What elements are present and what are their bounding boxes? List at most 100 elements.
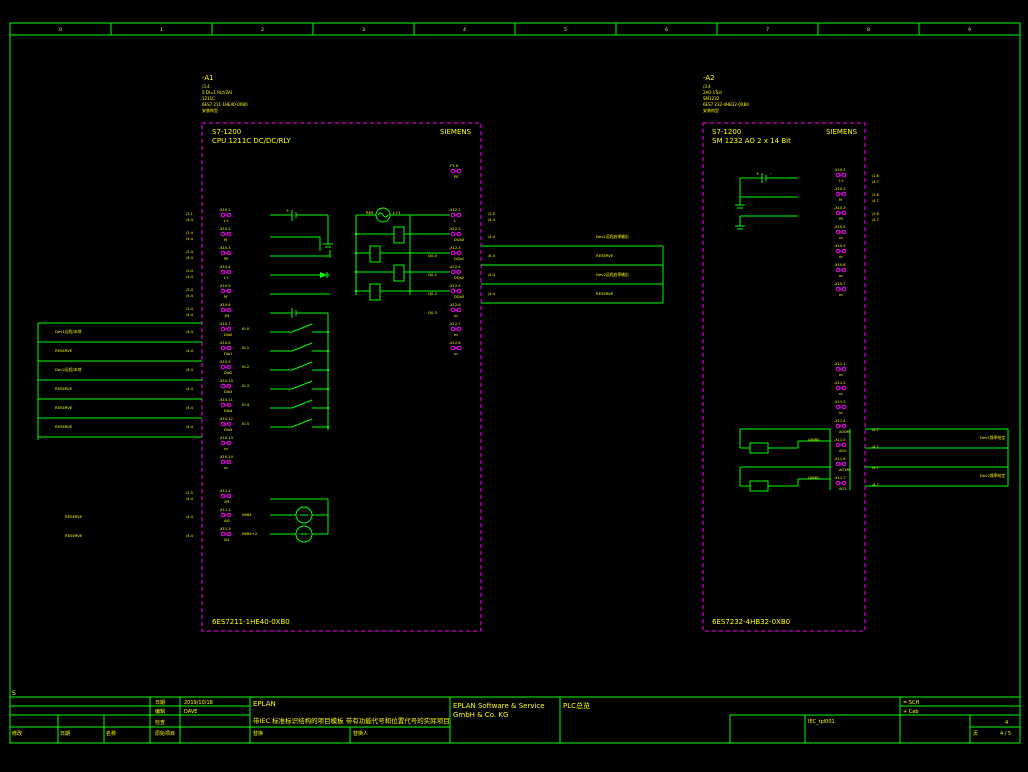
left-ref: /2.4 xyxy=(186,288,194,292)
junction xyxy=(326,368,330,372)
eq-label: = SCH xyxy=(903,700,919,706)
column-number: 0 xyxy=(59,27,62,33)
terminal-pin: DIa3 xyxy=(224,390,232,394)
terminal-pin: DIa4 xyxy=(224,409,233,413)
project-title: 带IEC 标准标识结构的项目模板 带有功能代号和位置代号的实际项目 xyxy=(253,716,450,725)
terminal-circle-right xyxy=(226,383,232,389)
ao-load xyxy=(749,442,769,454)
ao-terminal: -X11.4 AO0M xyxy=(834,419,850,434)
terminal-circle-left xyxy=(450,250,456,256)
a2-top-ref: /4.7 xyxy=(872,218,879,222)
relay-coil xyxy=(393,226,405,244)
dq-address: Q0.0 xyxy=(428,253,438,258)
terminal-pin: AO1 xyxy=(839,487,847,491)
terminal-id: -X10.14 xyxy=(219,455,234,459)
terminal-pin: nc xyxy=(839,255,843,259)
a2-box-label: Dev2频率给定 xyxy=(980,473,1005,478)
supply-minus: - xyxy=(770,171,772,176)
a2-module[interactable]: -A2 /3.42AO 1TcdSM12326ES7 232-4HB32-0XB… xyxy=(702,74,866,632)
terminal-id: -X10.9 xyxy=(219,360,231,364)
left-ref: /4.4 xyxy=(186,218,194,222)
right-box-label: RESERVE xyxy=(596,253,614,258)
box-label: RESERVE xyxy=(55,405,73,410)
box-ref: /4.4 xyxy=(186,349,194,353)
terminal-circle-right xyxy=(841,404,847,410)
column-number: 7 xyxy=(766,27,769,33)
terminal-pin: DQa3 xyxy=(454,295,464,299)
terminal-circle-left xyxy=(220,459,226,465)
dq-terminal: -X12.2 DQa0 xyxy=(449,227,465,242)
terminal-circle-left xyxy=(450,269,456,275)
dq-terminal: -X12.4 DQa2 xyxy=(449,265,464,280)
terminal-id: -X10.5 xyxy=(219,284,231,288)
info-line: /3.4 xyxy=(202,84,210,89)
terminal-id: -X12.1 xyxy=(449,208,461,212)
terminal-pin: PE xyxy=(454,175,459,179)
ai-terminal: -X11.1 2M xyxy=(219,489,232,504)
terminal-circle-left xyxy=(835,366,841,372)
sine xyxy=(377,212,389,218)
terminal-circle-left xyxy=(220,288,226,294)
power-terminal: -X10.3 PE xyxy=(219,246,232,261)
a2-top-terminal: -X10.1 L+ xyxy=(834,168,847,183)
terminal-circle-right xyxy=(841,286,847,292)
a1-outline xyxy=(201,122,482,632)
terminal-circle-left xyxy=(220,326,226,332)
terminal-circle-right xyxy=(226,307,232,313)
a1-terminals: -X10.1L+-X10.2M-X10.3PE-X10.4L+-X10.5M-X… xyxy=(219,164,465,542)
terminal-circle-right xyxy=(226,288,232,294)
terminal-id: -X10.4 xyxy=(834,225,846,229)
terminal-pin: DQa0 xyxy=(454,238,465,242)
terminal-circle-right xyxy=(841,229,847,235)
terminal-pin: nc xyxy=(839,274,843,278)
column-number: 6 xyxy=(665,27,668,33)
terminal-circle-right xyxy=(226,440,232,446)
column-number: 8 xyxy=(867,27,870,33)
page-label: 页 xyxy=(973,731,978,737)
terminal-id: -X11.1 xyxy=(834,362,846,366)
terminal-pin: nc xyxy=(839,236,843,240)
terminal-id: -X11.7 xyxy=(834,476,846,480)
terminal-circle-left xyxy=(835,248,841,254)
company-name: EPLAN xyxy=(253,700,276,708)
terminal-id: -X12.6 xyxy=(449,303,461,307)
terminal-circle-right xyxy=(226,326,232,332)
di-address: I0.1 xyxy=(242,345,250,350)
terminal-circle-left xyxy=(835,423,841,429)
terminal-pin: AO0 xyxy=(839,449,847,453)
dq-address: Q0.1 xyxy=(428,272,438,277)
terminal-pin: nc xyxy=(224,466,228,470)
terminal-pin: AO1M xyxy=(839,468,850,472)
terminal-id: -X10.13 xyxy=(219,436,233,440)
terminal-circle-left xyxy=(835,172,841,178)
terminal-circle-right xyxy=(841,366,847,372)
terminal-id: -X10.4 xyxy=(219,265,231,269)
terminal-circle-left xyxy=(220,493,226,499)
terminal-id: -X11.3 xyxy=(834,400,846,404)
terminal-circle-left xyxy=(450,326,456,332)
name-label: 名称 xyxy=(106,730,116,737)
terminal-circle-right xyxy=(226,493,232,499)
terminal-circle-right xyxy=(841,385,847,391)
a2-terminals: -X10.1L+-X10.2M-X10.3PE-X10.4nc-X10.5nc-… xyxy=(834,168,850,491)
terminal-id: -X12.2 xyxy=(449,227,461,231)
terminal-pin: DIa0 xyxy=(224,333,233,337)
terminal-circle-left xyxy=(835,286,841,292)
terminal-circle-left xyxy=(220,307,226,313)
terminal-pin: PE xyxy=(224,257,229,261)
a1-module[interactable]: -A1 /3.4S DI=1 RLY/2AI1211C6ES7 211-1HE4… xyxy=(201,74,482,632)
dq-terminal: -X12.3 DQa1 xyxy=(449,246,464,261)
left-ref: /4.4 xyxy=(186,313,194,317)
junction xyxy=(354,289,358,293)
terminal-circle-right xyxy=(226,402,232,408)
terminal-circle-left xyxy=(835,267,841,273)
ao-terminal: -X11.1 nc xyxy=(834,362,847,377)
right-box-label: RESERVE xyxy=(596,291,614,296)
terminal-circle-right xyxy=(841,480,847,486)
a2-top-ref: /4.7 xyxy=(872,180,879,184)
terminal-id: -X11.1 xyxy=(219,489,231,493)
info-line: SM1232 xyxy=(703,96,720,101)
di-terminal: -X10.10 DIa3 xyxy=(219,379,234,394)
terminal-id: -X11.4 xyxy=(834,419,846,423)
replaced-label: 替换人 xyxy=(353,730,368,737)
